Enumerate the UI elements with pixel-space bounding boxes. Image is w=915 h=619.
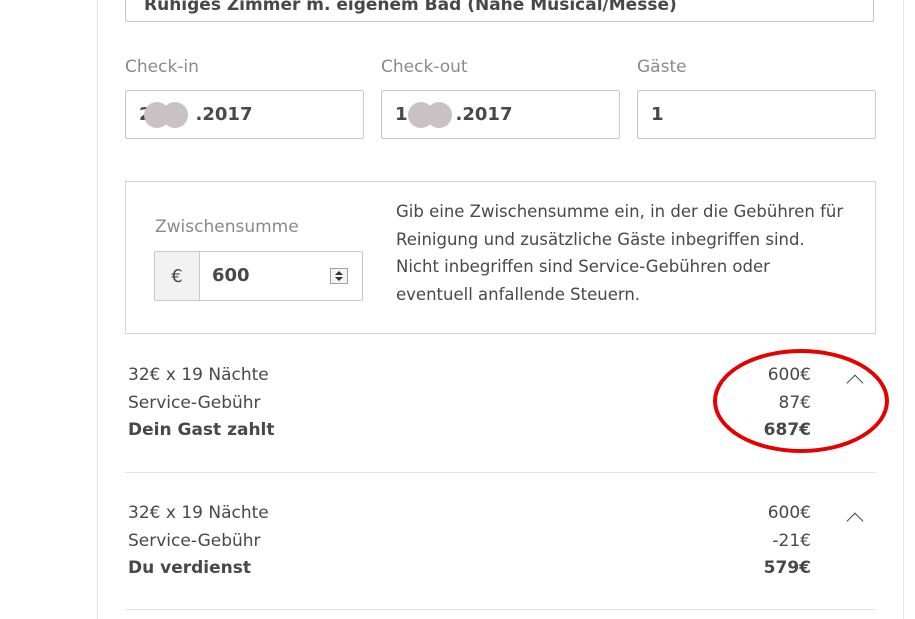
listing-title-field[interactable]: Ruhiges Zimmer m. eigenem Bad (Nähe Musi…: [125, 0, 874, 22]
service-fee-row: Service-Gebühr -21€: [128, 528, 811, 556]
guest-total-amount: 687€: [763, 420, 811, 440]
nights-label: 32€ x 19 Nächte: [128, 365, 269, 385]
section-divider: [125, 609, 876, 610]
checkin-suffix: .2017: [195, 104, 253, 125]
listing-title-value: Ruhiges Zimmer m. eigenem Bad (Nähe Musi…: [144, 0, 677, 15]
chevron-up-icon[interactable]: [846, 374, 864, 392]
service-fee-row: Service-Gebühr 87€: [128, 390, 811, 418]
subtotal-input[interactable]: € 600: [154, 251, 363, 301]
guest-price-breakdown: 32€ x 19 Nächte 600€ Service-Gebühr 87€ …: [128, 362, 811, 445]
checkout-label: Check-out: [381, 57, 468, 77]
spinner-down-icon[interactable]: [335, 277, 343, 281]
currency-addon: €: [155, 252, 200, 300]
host-price-breakdown: 32€ x 19 Nächte 600€ Service-Gebühr -21€…: [128, 500, 811, 583]
service-fee-label: Service-Gebühr: [128, 392, 261, 413]
subtotal-card: Zwischensumme € 600 Gib eine Zwischensum…: [125, 181, 876, 334]
service-fee-label: Service-Gebühr: [128, 530, 261, 551]
nights-row: 32€ x 19 Nächte 600€: [128, 500, 811, 528]
service-fee-amount: -21€: [772, 530, 811, 551]
chevron-up-icon[interactable]: [846, 512, 864, 530]
guests-field[interactable]: 1: [637, 90, 876, 139]
host-earnings-label: Du verdienst: [128, 558, 252, 578]
spinner-up-icon[interactable]: [335, 271, 343, 275]
checkin-field[interactable]: 2.2017: [125, 90, 364, 139]
checkin-label: Check-in: [125, 57, 199, 77]
service-fee-amount: 87€: [778, 392, 811, 413]
checkout-field[interactable]: 1 .2017: [381, 90, 620, 139]
nights-amount: 600€: [767, 503, 811, 523]
host-earnings-amount: 579€: [763, 558, 811, 578]
number-spinner-icon[interactable]: [330, 268, 348, 284]
nights-label: 32€ x 19 Nächte: [128, 503, 269, 523]
host-earnings-row: Du verdienst 579€: [128, 555, 811, 583]
redaction-blur: [426, 102, 452, 128]
nights-amount: 600€: [767, 365, 811, 385]
guest-total-row: Dein Gast zahlt 687€: [128, 417, 811, 445]
checkout-suffix: .2017: [455, 104, 513, 125]
right-divider: [903, 0, 904, 619]
guests-label: Gäste: [637, 57, 687, 77]
subtotal-label: Zwischensumme: [155, 217, 299, 237]
nights-row: 32€ x 19 Nächte 600€: [128, 362, 811, 390]
section-divider: [125, 472, 876, 473]
guest-total-label: Dein Gast zahlt: [128, 420, 275, 440]
checkout-prefix: 1: [395, 104, 408, 125]
guests-value: 1: [651, 104, 664, 125]
left-divider: [97, 0, 98, 619]
subtotal-help-text: Gib eine Zwischensumme ein, in der die G…: [396, 202, 844, 304]
redaction-blur: [162, 102, 188, 128]
